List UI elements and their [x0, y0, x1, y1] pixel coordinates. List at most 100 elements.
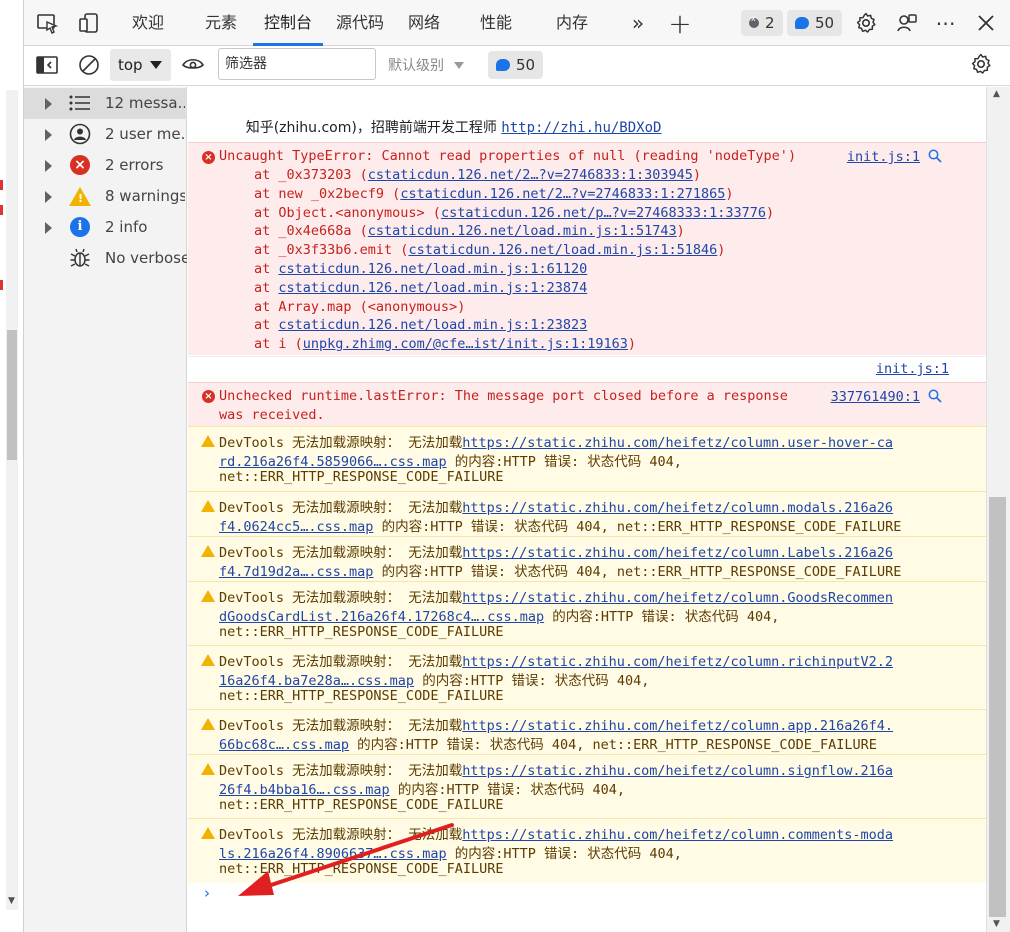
- sourcemap-link[interactable]: https://static.zhihu.com/heifetz/column.…: [462, 500, 893, 516]
- inspect-element-icon[interactable]: [34, 10, 60, 36]
- tab-network[interactable]: 网络: [404, 0, 444, 46]
- warning-line: DevTools 无法加载源映射： 无法加载https://static.zhi…: [219, 496, 893, 516]
- sidebar-item-messages[interactable]: 12 messa...: [24, 88, 187, 119]
- settings-gear-icon[interactable]: [853, 10, 879, 36]
- console-sidebar: 12 messa... 2 user me... × 2 errors 8 wa…: [24, 87, 187, 932]
- warning-line: ls.216a26f4.8906637….css.map 的内容:HTTP 错误…: [219, 842, 682, 862]
- sidebar-item-errors[interactable]: × 2 errors: [24, 150, 187, 181]
- tab-console[interactable]: 控制台: [253, 0, 323, 46]
- console-warning-message: DevTools 无法加载源映射： 无法加载https://static.zhi…: [188, 645, 986, 709]
- context-selector[interactable]: top: [110, 49, 171, 81]
- more-options-icon[interactable]: ⋯: [933, 10, 959, 36]
- page-scrollbar-track[interactable]: [6, 90, 18, 910]
- sourcemap-link[interactable]: https://static.zhihu.com/heifetz/column.…: [462, 590, 893, 606]
- stack-frame-link[interactable]: unpkg.zhimg.com/@cfe…ist/init.js:1:19163: [303, 336, 628, 352]
- warning-line: 66bc68c….css.map 的内容:HTTP 错误: 状态代码 404, …: [219, 733, 877, 753]
- page-edge-mark: [0, 280, 3, 290]
- init-source-link[interactable]: init.js:1: [876, 361, 949, 377]
- sidebar-item-info[interactable]: i 2 info: [24, 212, 187, 243]
- error-source-link[interactable]: 337761490:1: [831, 389, 920, 405]
- sourcemap-link[interactable]: 66bc68c….css.map: [219, 737, 349, 753]
- sourcemap-link[interactable]: dGoodsCardList.216a26f4.17268c4….css.map: [219, 609, 544, 625]
- sourcemap-link[interactable]: https://static.zhihu.com/heifetz/column.…: [462, 763, 893, 779]
- sourcemap-link[interactable]: 16a26f4.ba7e28a….css.map: [219, 673, 414, 689]
- error-message-line: Unchecked runtime.lastError: The message…: [219, 388, 788, 404]
- warning-error-code: net::ERR_HTTP_RESPONSE_CODE_FAILURE: [219, 861, 504, 877]
- search-icon[interactable]: [928, 389, 942, 407]
- sourcemap-link[interactable]: https://static.zhihu.com/heifetz/column.…: [462, 654, 893, 670]
- sourcemap-link[interactable]: rd.216a26f4.5859066….css.map: [219, 454, 447, 470]
- warning-icon: [201, 827, 215, 839]
- warning-icon: [201, 590, 215, 602]
- warning-line: f4.0624cc5….css.map 的内容:HTTP 错误: 状态代码 40…: [219, 515, 901, 535]
- stack-frame-link[interactable]: cstaticdun.126.net/load.min.js:1:61120: [278, 261, 587, 277]
- console-settings-gear-icon[interactable]: [968, 51, 994, 77]
- sourcemap-link[interactable]: f4.7d19d2a….css.map: [219, 564, 373, 580]
- stack-frame-link[interactable]: cstaticdun.126.net/load.min.js:1:23874: [278, 280, 587, 296]
- errors-badge[interactable]: 2: [741, 10, 783, 36]
- tab-memory[interactable]: 内存: [552, 0, 592, 46]
- stack-frame-link[interactable]: cstaticdun.126.net/2…?v=2746833:1:271865: [400, 186, 725, 202]
- sourcemap-link[interactable]: https://static.zhihu.com/heifetz/column.…: [462, 545, 893, 561]
- warning-prefix: DevTools 无法加载源映射： 无法加载: [219, 500, 463, 516]
- error-source-link[interactable]: init.js:1: [847, 149, 920, 165]
- tab-welcome[interactable]: 欢迎: [120, 0, 176, 46]
- stack-frame: at _0x373203 (cstaticdun.126.net/2…?v=27…: [254, 167, 701, 183]
- sourcemap-link[interactable]: ls.216a26f4.8906637….css.map: [219, 846, 447, 862]
- context-value: top: [118, 56, 143, 74]
- clear-console-icon[interactable]: [76, 52, 102, 78]
- stack-frame-link[interactable]: cstaticdun.126.net/load.min.js:1:23823: [278, 317, 587, 333]
- tab-performance[interactable]: 性能: [476, 0, 516, 46]
- sidebar-item-user-messages[interactable]: 2 user me...: [24, 119, 187, 150]
- stack-frame-link[interactable]: cstaticdun.126.net/p…?v=27468333:1:33776: [441, 205, 766, 221]
- sidebar-item-verbose[interactable]: No verbose: [24, 243, 187, 274]
- expand-triangle-icon[interactable]: [45, 129, 52, 141]
- stack-frame-link[interactable]: cstaticdun.126.net/load.min.js:1:51743: [368, 223, 677, 239]
- issues-badge[interactable]: 50: [488, 51, 544, 79]
- expand-triangle-icon[interactable]: [45, 222, 52, 234]
- message-bubble-icon: [496, 59, 510, 71]
- filter-input[interactable]: [218, 48, 376, 80]
- close-icon[interactable]: [973, 10, 999, 36]
- expand-triangle-icon[interactable]: [45, 160, 52, 172]
- customize-devtools-icon[interactable]: [894, 10, 920, 36]
- search-icon[interactable]: [928, 149, 942, 167]
- stack-frame-link[interactable]: cstaticdun.126.net/load.min.js:1:51846: [408, 242, 717, 258]
- sourcemap-link[interactable]: https://static.zhihu.com/heifetz/column.…: [462, 435, 893, 451]
- warning-line: DevTools 无法加载源映射： 无法加载https://static.zhi…: [219, 541, 893, 561]
- stack-frame-link[interactable]: cstaticdun.126.net/2…?v=2746833:1:303945: [368, 167, 693, 183]
- messages-badge[interactable]: 50: [787, 10, 843, 36]
- more-tabs-icon[interactable]: »: [625, 10, 651, 36]
- scrollbar-thumb[interactable]: [989, 497, 1006, 917]
- stack-frame-function: at _0x3f33b6.emit (: [254, 242, 409, 259]
- expand-triangle-icon[interactable]: [45, 191, 52, 203]
- log-level-selector[interactable]: 默认级别: [388, 51, 464, 79]
- sourcemap-link[interactable]: https://static.zhihu.com/heifetz/column.…: [462, 718, 893, 734]
- stack-frame: at _0x4e668a (cstaticdun.126.net/load.mi…: [254, 223, 685, 239]
- page-scroll-down-icon[interactable]: ▼: [8, 896, 15, 906]
- scroll-up-icon[interactable]: ▲: [993, 89, 1000, 99]
- warning-icon: [201, 545, 215, 557]
- sourcemap-link[interactable]: https://static.zhihu.com/heifetz/column.…: [462, 827, 893, 843]
- console-scrollbar[interactable]: ▲ ▼: [986, 87, 1010, 932]
- console-source-row: init.js:1: [188, 356, 986, 382]
- stack-frame-function: at i (: [254, 336, 303, 353]
- sidebar-item-label: 8 warnings: [105, 187, 185, 205]
- show-sidebar-icon[interactable]: [34, 52, 60, 78]
- sidebar-item-warnings[interactable]: 8 warnings: [24, 181, 187, 212]
- scroll-down-icon[interactable]: ▼: [993, 919, 1000, 929]
- live-expression-eye-icon[interactable]: [180, 52, 206, 78]
- device-emulation-icon[interactable]: [76, 10, 102, 36]
- page-scrollbar-thumb[interactable]: [7, 330, 17, 460]
- expand-triangle-icon[interactable]: [45, 98, 52, 110]
- log-link[interactable]: http://zhi.hu/BDXoD: [501, 120, 661, 136]
- console-prompt[interactable]: ›: [204, 884, 210, 902]
- add-tab-icon[interactable]: +: [667, 7, 693, 40]
- sourcemap-link[interactable]: f4.0624cc5….css.map: [219, 519, 373, 535]
- console-warning-message: DevTools 无法加载源映射： 无法加载https://static.zhi…: [188, 536, 986, 581]
- tab-elements[interactable]: 元素: [196, 0, 246, 46]
- sidebar-item-label: No verbose: [105, 249, 187, 267]
- tab-sources[interactable]: 源代码: [330, 0, 390, 46]
- sourcemap-link[interactable]: 26f4.b4bba16….css.map: [219, 782, 390, 798]
- stack-frame-function: at: [254, 317, 279, 334]
